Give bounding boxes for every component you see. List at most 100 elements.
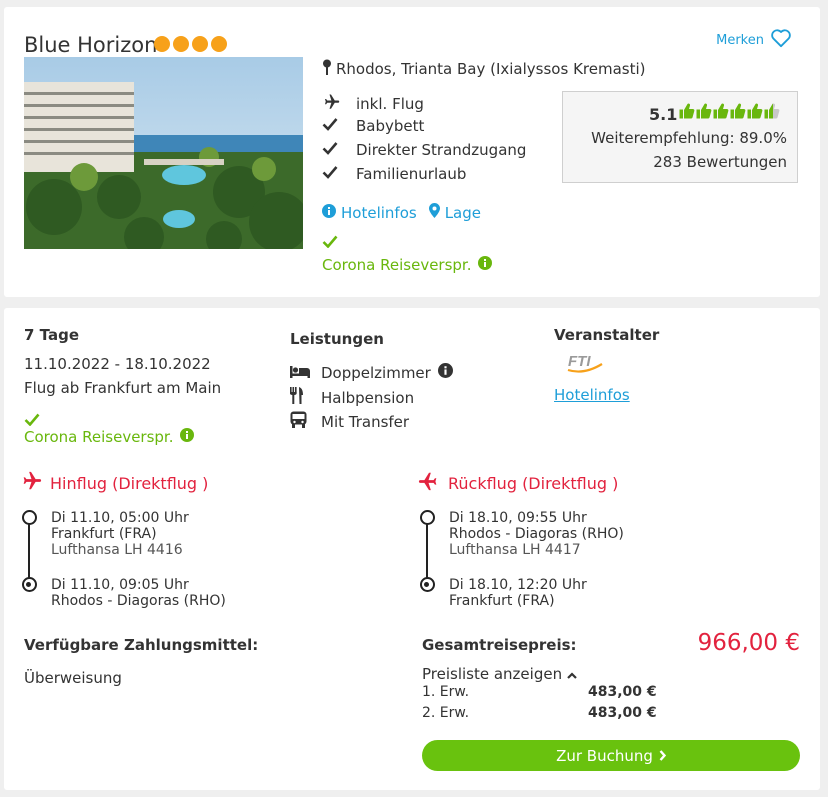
outbound-timeline: [22, 510, 37, 592]
star-icon: [173, 36, 189, 52]
hotel-stars: [154, 36, 227, 52]
corona-label: Corona Reiseverspr.: [24, 428, 174, 446]
price-row-label: 2. Erw.: [422, 705, 470, 721]
departure-airport: Rhodos - Diagoras (RHO): [449, 526, 624, 542]
feature-item: Babybett: [322, 117, 424, 135]
total-price: 966,00 €: [697, 630, 800, 656]
thumb-up-icon: [730, 103, 746, 123]
star-icon: [192, 36, 208, 52]
bus-icon: [290, 411, 321, 432]
corona-guarantee[interactable]: Corona Reiseverspr.: [322, 256, 492, 274]
star-icon: [211, 36, 227, 52]
outbound-departure: Di 11.10, 05:00 Uhr Frankfurt (FRA) Luft…: [51, 510, 189, 558]
departure-time: Di 11.10, 05:00 Uhr: [51, 510, 189, 526]
location-text: Rhodos, Trianta Bay (Ixialyssos Kremasti…: [336, 60, 646, 78]
map-pin-icon: [322, 59, 332, 79]
info-circle-icon: [477, 256, 492, 274]
return-arrival: Di 18.10, 12:20 Uhr Frankfurt (FRA): [449, 577, 587, 609]
heart-icon: [770, 28, 792, 52]
price-list-label: Preisliste anzeigen: [422, 665, 563, 683]
corona-label: Corona Reiseverspr.: [322, 256, 472, 274]
merken-button[interactable]: Merken: [716, 28, 792, 52]
price-row: 1. Erw.: [422, 684, 469, 700]
thumb-up-icon: [713, 103, 729, 123]
check-icon: [322, 117, 356, 135]
return-timeline: [420, 510, 435, 592]
return-header: Rückflug (Direktflug ): [418, 470, 618, 496]
chevron-up-icon: [567, 665, 577, 683]
lage-label: Lage: [444, 203, 481, 222]
feature-label: inkl. Flug: [356, 95, 424, 113]
cutlery-icon: [290, 387, 321, 408]
map-marker-icon: [428, 203, 440, 222]
departure-airport: Frankfurt (FRA): [51, 526, 157, 542]
bed-icon: [290, 364, 321, 382]
feature-label: Familienurlaub: [356, 165, 467, 183]
book-button[interactable]: Zur Buchung: [422, 740, 800, 771]
feature-label: Babybett: [356, 117, 425, 135]
outbound-arrival: Di 11.10, 09:05 Uhr Rhodos - Diagoras (R…: [51, 577, 226, 609]
arrival-airport: Rhodos - Diagoras (RHO): [51, 593, 226, 609]
departure-time: Di 18.10, 09:55 Uhr: [449, 510, 587, 526]
payment-title: Verfügbare Zahlungsmittel:: [24, 636, 259, 654]
hotel-card: Blue Horizon Merken Rhodos, Trianta Bay …: [4, 7, 820, 297]
hotel-links: Hotelinfos Lage: [322, 203, 481, 222]
hotel-photo[interactable]: [24, 57, 303, 249]
hotelinfos-link[interactable]: Hotelinfos: [322, 203, 417, 222]
service-label: Halbpension: [321, 388, 415, 407]
duration: 7 Tage: [24, 326, 79, 344]
chevron-right-icon: [659, 747, 667, 765]
outbound-header: Hinflug (Direktflug ): [20, 470, 208, 496]
arrival-time: Di 18.10, 12:20 Uhr: [449, 577, 587, 593]
rating-box[interactable]: 5.1 Weiterempfehlung: 89.0% 283 Bewertun…: [562, 91, 798, 183]
flight-number: Lufthansa LH 4417: [449, 542, 581, 558]
merken-label: Merken: [716, 32, 764, 48]
thumb-up-icon: [679, 103, 695, 123]
service-label: Mit Transfer: [321, 412, 410, 431]
feature-label: Direkter Strandzugang: [356, 141, 527, 159]
flight-number: Lufthansa LH 4416: [51, 542, 183, 558]
hotelinfos-label: Hotelinfos: [341, 203, 417, 222]
outbound-title: Hinflug (Direktflug ): [50, 473, 209, 493]
feature-item: Direkter Strandzugang: [322, 141, 526, 159]
svg-text:FTI: FTI: [568, 353, 591, 370]
lage-link[interactable]: Lage: [428, 203, 481, 222]
feature-item: inkl. Flug: [322, 93, 424, 115]
book-label: Zur Buchung: [556, 746, 653, 765]
thumb-up-icon: [764, 103, 780, 123]
check-icon: [322, 141, 356, 159]
travel-dates: 11.10.2022 - 18.10.2022: [24, 355, 211, 373]
review-count: 283 Bewertungen: [653, 153, 787, 171]
feature-item: Familienurlaub: [322, 165, 466, 183]
info-circle-icon: [179, 428, 194, 446]
plane-icon: [418, 470, 440, 496]
price-row: 2. Erw.: [422, 705, 469, 721]
operator-hotelinfos-link[interactable]: Hotelinfos: [554, 386, 630, 404]
price-row-value: 483,00 €: [588, 684, 657, 700]
payment-method: Überweisung: [24, 669, 122, 687]
hotel-location: Rhodos, Trianta Bay (Ixialyssos Kremasti…: [322, 59, 646, 79]
info-circle-icon[interactable]: [437, 363, 453, 382]
price-row-value: 483,00 €: [588, 705, 657, 721]
operator-logo: FTI: [566, 351, 604, 377]
hotel-name[interactable]: Blue Horizon: [24, 33, 157, 57]
check-icon: [322, 233, 338, 252]
price-list-toggle[interactable]: Preisliste anzeigen: [422, 665, 577, 683]
thumb-up-icon: [696, 103, 712, 123]
corona-guarantee[interactable]: Corona Reiseverspr.: [24, 428, 194, 446]
service-item: Mit Transfer: [290, 411, 409, 432]
plane-icon: [322, 93, 356, 115]
services-title: Leistungen: [290, 330, 384, 348]
service-label: Doppelzimmer: [321, 363, 431, 382]
price-row-label: 1. Erw.: [422, 684, 470, 700]
departure-info: Flug ab Frankfurt am Main: [24, 379, 222, 397]
thumb-up-icon: [747, 103, 763, 123]
price-title: Gesamtreisepreis:: [422, 636, 577, 654]
service-item: Halbpension: [290, 387, 414, 408]
plane-icon: [20, 470, 42, 496]
arrival-airport: Frankfurt (FRA): [449, 593, 555, 609]
offer-card: 7 Tage 11.10.2022 - 18.10.2022 Flug ab F…: [4, 308, 820, 790]
rating-thumbs: [679, 103, 780, 123]
check-icon: [322, 165, 356, 183]
star-icon: [154, 36, 170, 52]
